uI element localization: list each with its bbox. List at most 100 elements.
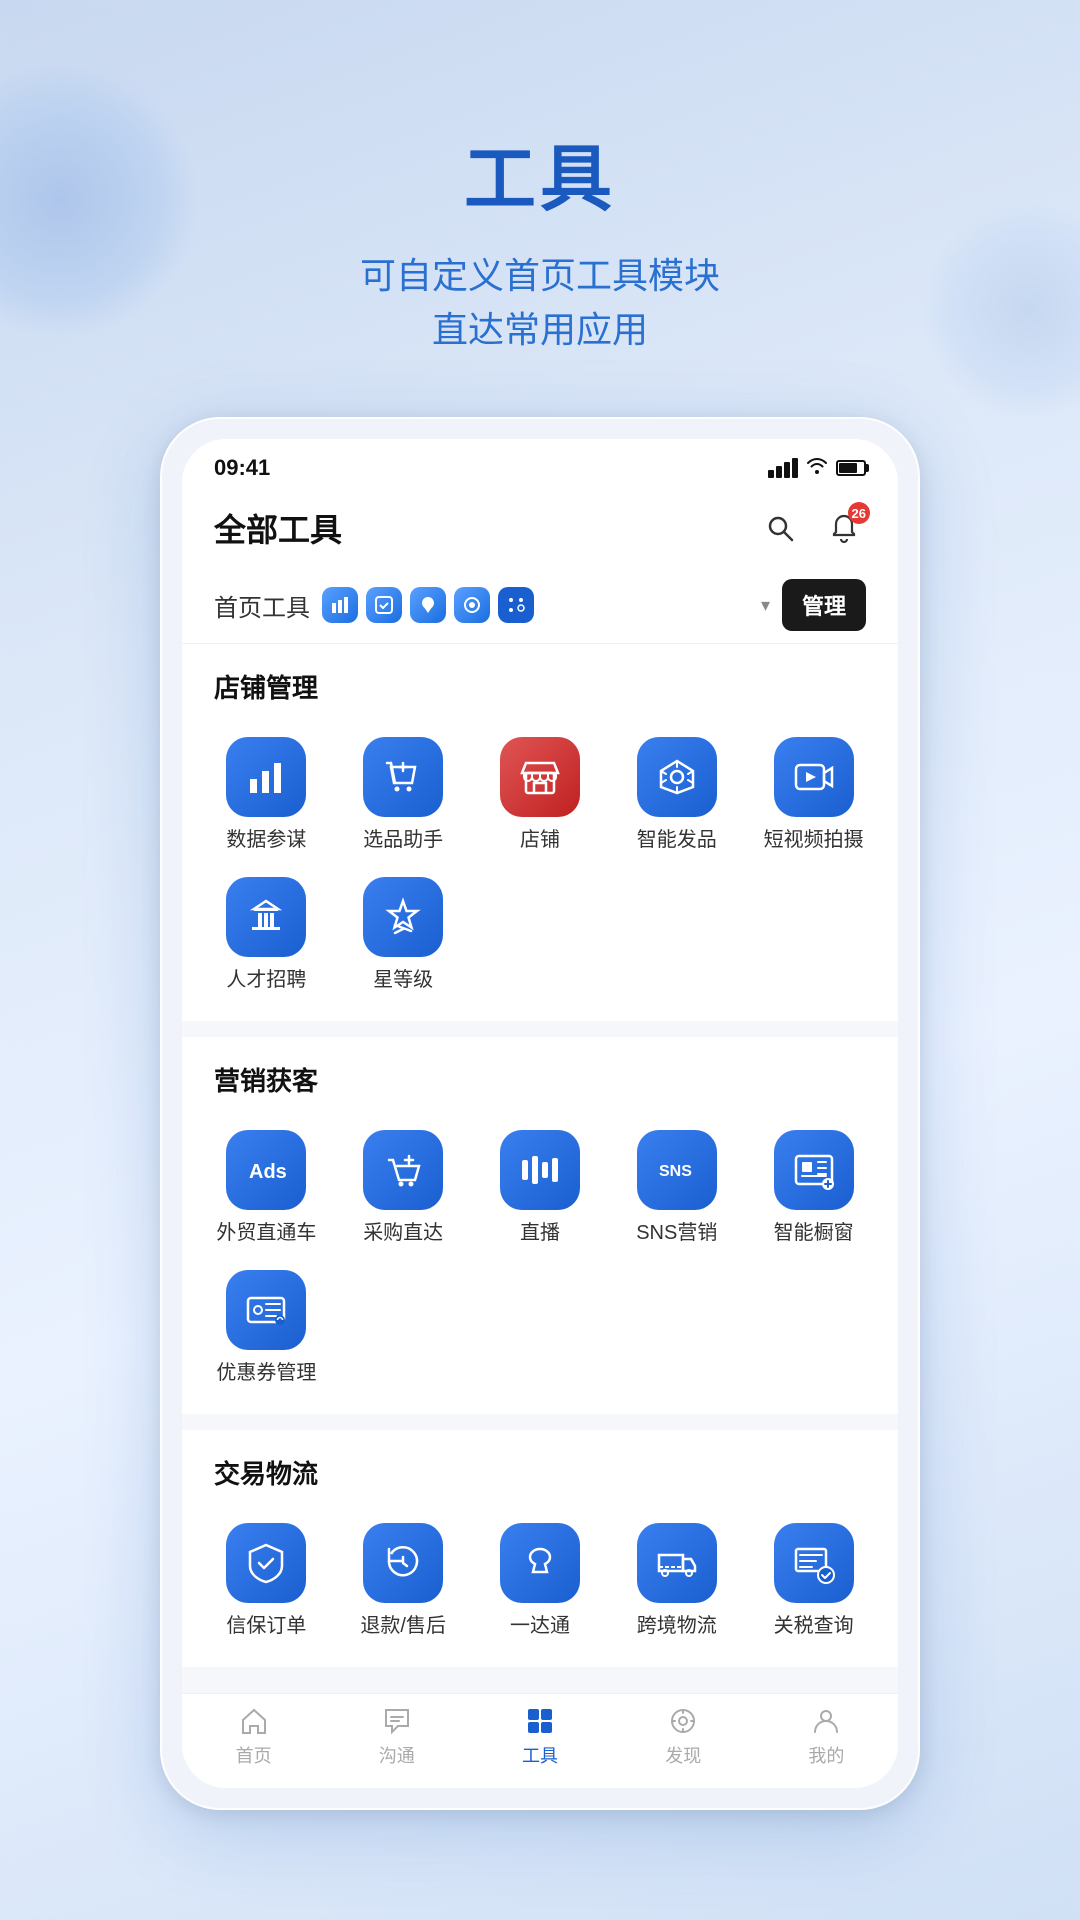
app-header: 全部工具 26 xyxy=(182,489,898,567)
battery-icon xyxy=(836,460,866,476)
tool-icon-logistics xyxy=(637,1523,717,1603)
manage-button[interactable]: 管理 xyxy=(782,579,866,631)
scroll-content: 店铺管理 数据参谋 选品助手 xyxy=(182,644,898,1693)
phone-frame: 09:41 xyxy=(160,417,920,1810)
page-title: 工具 xyxy=(360,120,720,225)
section-title-marketing: 营销获客 xyxy=(182,1037,898,1106)
tool-label-logistics: 跨境物流 xyxy=(637,1613,717,1639)
section-transaction: 交易物流 信保订单 退款/售后 xyxy=(182,1430,898,1667)
home-tools-label: 首页工具 xyxy=(214,588,310,623)
tool-label-coupon: 优惠券管理 xyxy=(216,1360,316,1386)
tool-item-purchase[interactable]: 采购直达 xyxy=(335,1122,472,1254)
nav-home[interactable]: 首页 xyxy=(182,1706,325,1768)
nav-discover-label: 发现 xyxy=(665,1742,701,1768)
tool-item-smart-window[interactable]: 智能橱窗 xyxy=(745,1122,882,1254)
chevron-down-icon[interactable]: ▾ xyxy=(761,595,770,616)
tool-icon-yidatong xyxy=(500,1523,580,1603)
tool-item-talent[interactable]: 人才招聘 xyxy=(198,869,335,1001)
tool-icon-smart-window xyxy=(774,1130,854,1210)
tool-icon-coupon xyxy=(226,1270,306,1350)
tool-icon-star-level xyxy=(363,877,443,957)
tool-label-short-video: 短视频拍摄 xyxy=(764,827,864,853)
tool-item-coupon[interactable]: 优惠券管理 xyxy=(198,1262,335,1394)
search-icon xyxy=(764,512,796,544)
tool-grid-transaction: 信保订单 退款/售后 一达通 xyxy=(182,1499,898,1667)
tool-item-ads[interactable]: Ads 外贸直通车 xyxy=(198,1122,335,1254)
tool-icon-sns: SNS xyxy=(637,1130,717,1210)
status-time: 09:41 xyxy=(214,455,270,481)
tool-label-store: 店铺 xyxy=(520,827,560,853)
mini-icon-2 xyxy=(366,587,402,623)
tool-item-product-selection[interactable]: 选品助手 xyxy=(335,729,472,861)
discover-nav-icon xyxy=(668,1706,698,1736)
signal-icon xyxy=(768,458,798,478)
tool-label-smart-window: 智能橱窗 xyxy=(774,1220,854,1246)
tool-label-customs: 关税查询 xyxy=(774,1613,854,1639)
bg-decoration-right xyxy=(920,200,1080,420)
page-header: 工具 可自定义首页工具模块 直达常用应用 xyxy=(360,120,720,357)
tools-nav-icon xyxy=(525,1706,555,1736)
tool-grid-shop: 数据参谋 选品助手 店铺 xyxy=(182,713,898,1021)
tool-icon-smart-product xyxy=(637,737,717,817)
nav-chat[interactable]: 沟通 xyxy=(325,1706,468,1768)
tool-label-yidatong: 一达通 xyxy=(510,1613,570,1639)
nav-mine-label: 我的 xyxy=(808,1742,844,1768)
tool-icon-talent xyxy=(226,877,306,957)
section-marketing: 营销获客 Ads 外贸直通车 xyxy=(182,1037,898,1414)
wifi-icon xyxy=(806,458,828,479)
subtitle-line2: 直达常用应用 xyxy=(432,309,648,350)
tool-label-trust-order: 信保订单 xyxy=(226,1613,306,1639)
tool-icon-data-analytics xyxy=(226,737,306,817)
mini-icon-1 xyxy=(322,587,358,623)
tool-item-customs[interactable]: 关税查询 xyxy=(745,1515,882,1647)
section-title-transaction: 交易物流 xyxy=(182,1430,898,1499)
app-header-title: 全部工具 xyxy=(214,505,342,551)
tool-item-sns[interactable]: SNS SNS营销 xyxy=(608,1122,745,1254)
tool-item-trust-order[interactable]: 信保订单 xyxy=(198,1515,335,1647)
tool-item-logistics[interactable]: 跨境物流 xyxy=(608,1515,745,1647)
page-subtitle: 可自定义首页工具模块 直达常用应用 xyxy=(360,249,720,357)
header-action-icons: 26 xyxy=(758,506,866,550)
search-button[interactable] xyxy=(758,506,802,550)
home-tools-bar: 首页工具 xyxy=(182,567,898,644)
nav-home-label: 首页 xyxy=(236,1742,272,1768)
mini-icon-5 xyxy=(498,587,534,623)
svg-text:Ads: Ads xyxy=(249,1161,287,1183)
tool-item-refund[interactable]: 退款/售后 xyxy=(335,1515,472,1647)
tool-grid-marketing: Ads 外贸直通车 采购直达 xyxy=(182,1106,898,1414)
tool-icon-customs xyxy=(774,1523,854,1603)
tool-label-ads: 外贸直通车 xyxy=(216,1220,316,1246)
tool-icon-purchase xyxy=(363,1130,443,1210)
tool-item-data-analytics[interactable]: 数据参谋 xyxy=(198,729,335,861)
tool-icon-refund xyxy=(363,1523,443,1603)
mini-icon-4 xyxy=(454,587,490,623)
svg-text:SNS: SNS xyxy=(659,1163,692,1180)
tool-icon-short-video xyxy=(774,737,854,817)
phone-screen: 09:41 xyxy=(182,439,898,1788)
tool-item-short-video[interactable]: 短视频拍摄 xyxy=(745,729,882,861)
tool-item-star-level[interactable]: 星等级 xyxy=(335,869,472,1001)
tool-label-smart-product: 智能发品 xyxy=(637,827,717,853)
tool-label-refund: 退款/售后 xyxy=(360,1613,446,1639)
nav-mine[interactable]: 我的 xyxy=(755,1706,898,1768)
tool-label-live: 直播 xyxy=(520,1220,560,1246)
tool-label-purchase: 采购直达 xyxy=(363,1220,443,1246)
mini-icon-3 xyxy=(410,587,446,623)
tool-icon-store xyxy=(500,737,580,817)
home-nav-icon xyxy=(239,1706,269,1736)
home-tools-icon-row xyxy=(322,587,747,623)
status-icons xyxy=(768,458,866,479)
tool-label-star-level: 星等级 xyxy=(373,967,433,993)
tool-item-live[interactable]: 直播 xyxy=(472,1122,609,1254)
notification-button[interactable]: 26 xyxy=(822,506,866,550)
subtitle-line1: 可自定义首页工具模块 xyxy=(360,255,720,296)
section-shop-management: 店铺管理 数据参谋 选品助手 xyxy=(182,644,898,1021)
bottom-nav: 首页 沟通 工具 xyxy=(182,1693,898,1788)
tool-item-yidatong[interactable]: 一达通 xyxy=(472,1515,609,1647)
nav-discover[interactable]: 发现 xyxy=(612,1706,755,1768)
tool-label-data-analytics: 数据参谋 xyxy=(226,827,306,853)
tool-item-store[interactable]: 店铺 xyxy=(472,729,609,861)
nav-tools[interactable]: 工具 xyxy=(468,1706,611,1768)
tool-label-product-selection: 选品助手 xyxy=(363,827,443,853)
tool-item-smart-product[interactable]: 智能发品 xyxy=(608,729,745,861)
